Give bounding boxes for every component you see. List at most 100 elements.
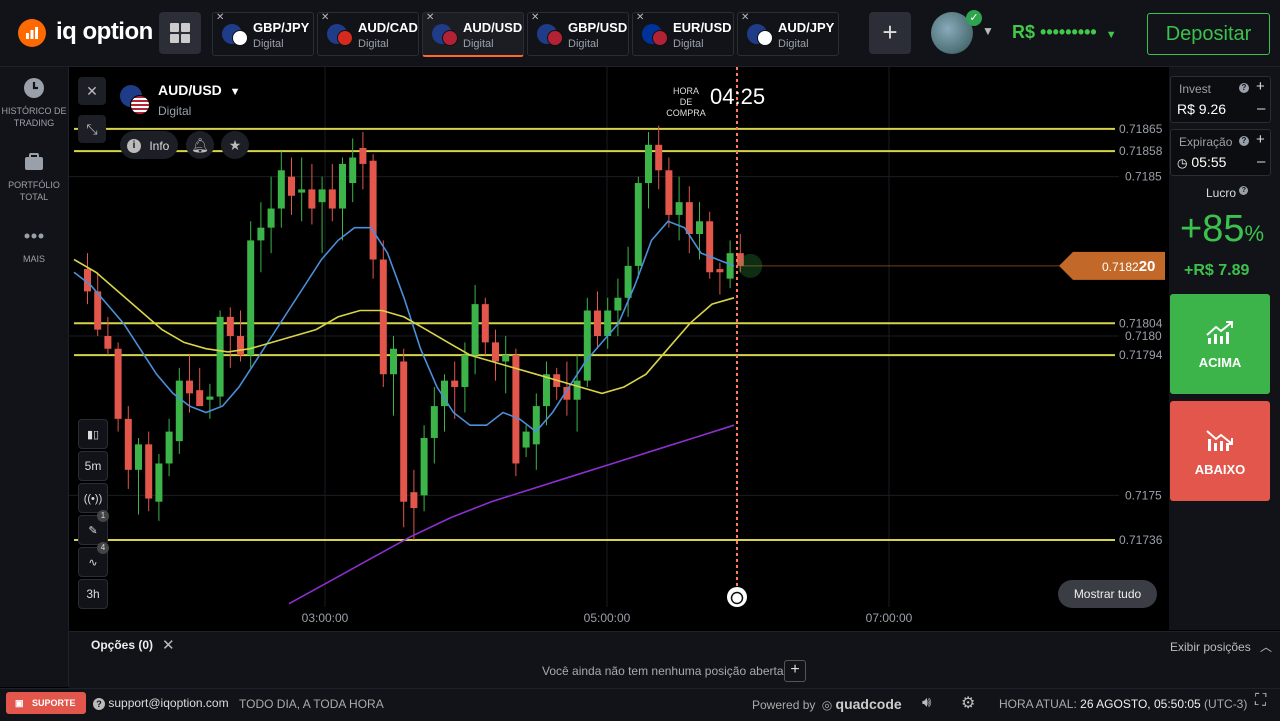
tab-pair-label: AUD/USD [463,20,523,35]
tab-aud-usd[interactable]: ✕ AUD/USD Digital [422,12,524,57]
candle-body [288,176,295,196]
candle-body [237,336,244,356]
options-tab[interactable]: Opções (0) [91,638,153,652]
flag-icon [337,30,353,46]
help-icon[interactable]: ? [1239,136,1249,146]
candle-body [410,492,418,509]
candle-body [665,170,673,215]
invest-value[interactable]: R$ 9.26 [1177,101,1226,117]
current-price-main: 0.7182 [1102,260,1139,274]
deposit-button[interactable]: Depositar [1147,13,1270,55]
clock-icon: ◷ [1177,156,1188,170]
tab-gbp-usd[interactable]: ✕ GBP/USD Digital [527,12,629,56]
close-chart-button[interactable]: ✕ [78,77,106,105]
tab-type-label: Digital [673,38,704,50]
candle-body [716,269,724,273]
tab-aud-jpy[interactable]: ✕ AUD/JPY Digital [737,12,839,56]
balance-chevron-icon: ▼ [1105,29,1117,41]
tab-pair-label: EUR/USD [673,20,732,35]
support-button[interactable]: ▣ SUPORTE [6,692,86,714]
tab-eur-usd[interactable]: ✕ EUR/USD Digital [632,12,734,56]
help-icon[interactable]: ? [1239,83,1249,93]
tab-aud-cad[interactable]: ✕ AUD/CAD Digital [317,12,419,56]
candle-body [308,189,316,209]
close-options-icon[interactable]: ✕ [162,636,175,654]
level-label: 0.71858 [1119,144,1163,158]
candle-body [298,189,306,193]
candle-body [522,431,530,448]
sidebar-item-portfolio[interactable]: PORTFÓLIO TOTAL [0,151,68,203]
tool-count-badge: 1 [97,510,109,522]
close-tab-icon[interactable]: ✕ [426,12,434,23]
candle-body [614,297,622,311]
candles-icon: ▮▯ [86,429,100,441]
alert-bell-icon[interactable]: 🔔︎ [186,131,214,159]
put-down-label: ABAIXO [1194,462,1246,477]
signal-button[interactable]: ((•)) [78,483,108,513]
powered-by-label: Powered by [752,698,816,712]
purchase-timer: 04:25 [710,84,766,109]
minimize-icon[interactable]: ⤡ [78,115,106,143]
flag-icon [442,30,458,46]
put-down-button[interactable]: ABAIXO [1170,401,1270,501]
asset-selector[interactable]: AUD/USD ▼ [158,82,241,98]
level-label: 0.71736 [1119,533,1163,547]
candle-body [104,336,112,349]
sidebar-item-history[interactable]: HISTÓRICO DE TRADING [0,77,68,129]
support-email-link[interactable]: ? support@iqoption.com [93,696,229,710]
tab-gbp-jpy[interactable]: ✕ GBP/JPY Digital [212,12,314,56]
balance-value: R$ ••••••••• [1012,22,1097,42]
balance-display[interactable]: R$ ••••••••• ▼ [1012,22,1117,43]
candle-body [124,418,132,470]
info-label: Info [149,138,170,153]
chevron-down-icon[interactable]: ▼ [982,24,994,38]
close-tab-icon[interactable]: ✕ [636,12,644,23]
powered-by: Powered by ◎ quadcode [752,696,902,712]
asset-grid-button[interactable] [159,12,201,54]
call-up-button[interactable]: ACIMA [1170,294,1270,394]
close-tab-icon[interactable]: ✕ [741,12,749,23]
candle-body [420,437,428,496]
timeframe-button[interactable]: 5m [78,451,108,481]
invest-plus-button[interactable]: + [1256,78,1265,95]
candle-body [186,380,193,394]
profit-label-text: Lucro [1206,186,1237,200]
indicator-button[interactable]: ∿ 4 [78,542,109,577]
expiry-plus-button[interactable]: + [1256,131,1265,148]
favorite-star-icon[interactable]: ★ [221,131,249,159]
x-tick-label: 03:00:00 [302,611,349,625]
close-tab-icon[interactable]: ✕ [216,12,224,23]
help-icon[interactable]: ? [1239,186,1249,195]
x-tick-label: 05:00:00 [584,611,631,625]
candle-body [145,444,153,499]
candle-body [492,342,499,362]
sidebar-item-label: HISTÓRICO DE TRADING [1,106,67,128]
expiry-minus-button[interactable]: – [1257,153,1265,170]
invest-minus-button[interactable]: – [1257,100,1265,117]
info-button[interactable]: i Info [120,131,178,159]
level-label: 0.71865 [1119,122,1163,136]
sidebar-item-more[interactable]: MAIS [0,225,68,265]
candle-body [369,160,377,260]
close-tab-icon[interactable]: ✕ [321,12,329,23]
tool-count-badge: 4 [97,542,109,554]
settings-gear-icon[interactable]: ⚙︎ [961,693,975,713]
fullscreen-icon[interactable]: ⛶ [1255,692,1266,710]
tab-type-label: Digital [463,38,494,50]
add-position-button[interactable]: + [784,660,806,682]
add-tab-button[interactable]: + [869,12,911,54]
candle-body [594,310,601,336]
logo-text: iq option [56,18,153,45]
tab-pair-label: GBP/USD [568,20,628,35]
candles-button[interactable]: ▮▯ [78,419,108,449]
candle-body [318,189,326,203]
call-up-label: ACIMA [1198,355,1242,370]
pencil-button[interactable]: ✎ 1 [78,510,109,545]
show-all-button[interactable]: Mostrar tudo [1058,580,1157,608]
close-tab-icon[interactable]: ✕ [531,12,539,23]
candle-body [155,463,163,502]
show-positions-toggle[interactable]: Exibir posições ︿ [1170,638,1272,655]
expiry-value[interactable]: ◷ 05:55 [1177,154,1226,170]
timeframe-button[interactable]: 3h [78,579,108,609]
volume-icon[interactable]: 🔊︎ [922,694,931,711]
